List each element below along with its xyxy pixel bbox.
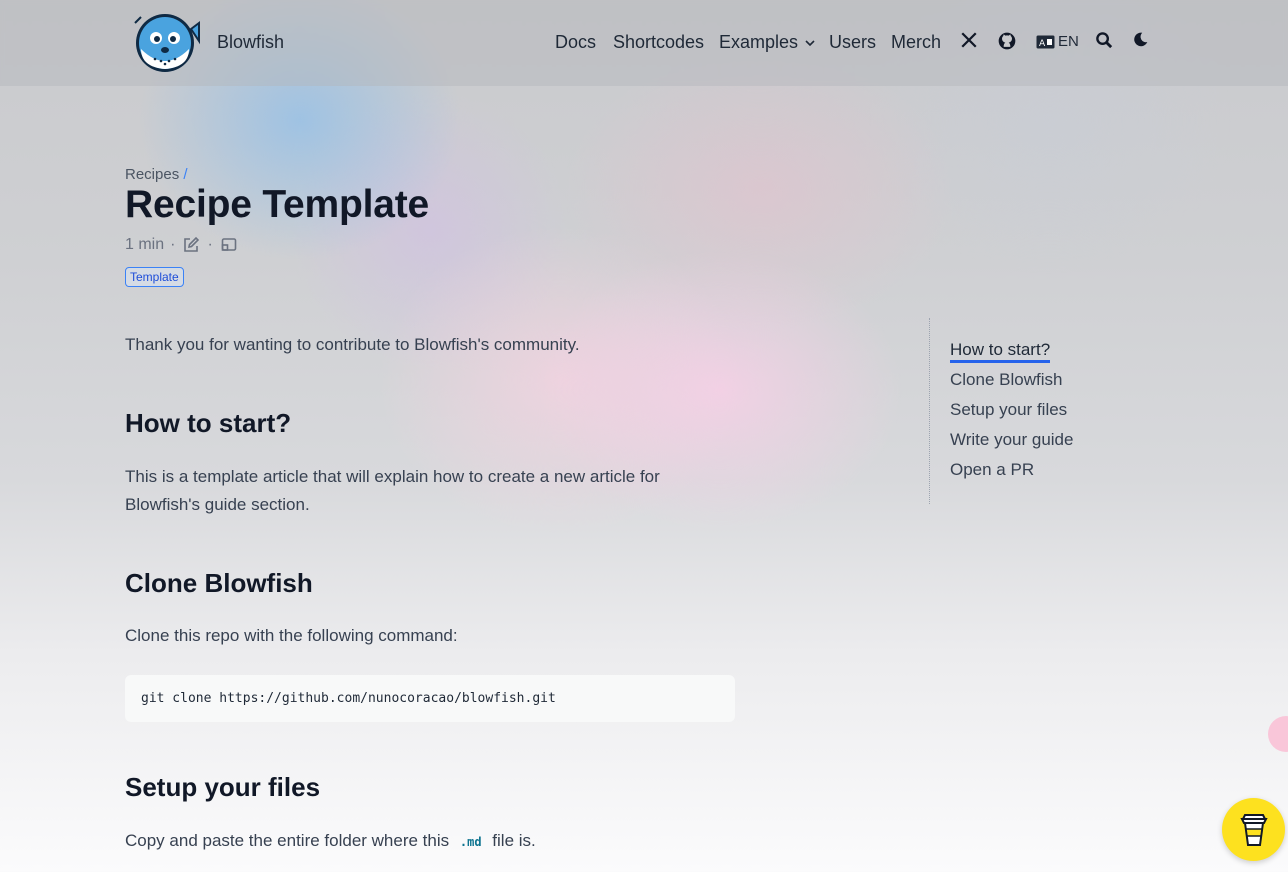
- breadcrumb-recipes[interactable]: Recipes: [125, 166, 179, 183]
- inline-code-md: .md: [459, 835, 482, 849]
- code-block-clone[interactable]: git clone https://github.com/nunocoracao…: [125, 675, 735, 722]
- x-icon[interactable]: [960, 31, 978, 54]
- breadcrumb-separator: /: [183, 166, 188, 183]
- setup-paragraph: Copy and paste the entire folder where t…: [125, 827, 725, 856]
- toc-item-how-to-start[interactable]: How to start?: [950, 335, 1073, 365]
- nav-docs[interactable]: Docs: [555, 32, 596, 53]
- reading-time: 1 min: [125, 236, 165, 253]
- heading-clone-blowfish: Clone Blowfish: [125, 568, 313, 598]
- clone-paragraph: Clone this repo with the following comma…: [125, 626, 458, 645]
- heading-how-to-start: How to start?: [125, 408, 292, 438]
- site-header: Blowfish Docs Shortcodes Examples Users …: [0, 0, 1288, 86]
- page-title: Recipe Template: [125, 183, 430, 226]
- language-label: EN: [1058, 33, 1079, 50]
- setup-text-after: file is.: [492, 831, 536, 850]
- nav-examples-label: Examples: [719, 32, 799, 52]
- side-widget-button[interactable]: [1268, 716, 1288, 752]
- svg-text:A: A: [1039, 39, 1046, 49]
- main-nav: Docs Shortcodes Examples Users Merch A E…: [0, 30, 1288, 56]
- toc-item-write-guide[interactable]: Write your guide: [950, 425, 1073, 455]
- toc-item-clone-blowfish[interactable]: Clone Blowfish: [950, 365, 1073, 395]
- edit-icon[interactable]: [181, 235, 201, 255]
- nav-shortcodes[interactable]: Shortcodes: [613, 32, 704, 53]
- language-switcher[interactable]: A EN: [1036, 33, 1079, 50]
- article-meta: 1 min · ·: [125, 235, 239, 255]
- heading-setup-files: Setup your files: [125, 772, 321, 802]
- coffee-cup-icon: [1239, 813, 1268, 846]
- meta-separator: ·: [207, 236, 213, 253]
- tag-template[interactable]: Template: [125, 267, 184, 287]
- nav-users[interactable]: Users: [829, 32, 876, 53]
- view-source-icon[interactable]: [219, 235, 239, 255]
- intro-paragraph: Thank you for wanting to contribute to B…: [125, 335, 580, 354]
- setup-text-before: Copy and paste the entire folder where t…: [125, 831, 450, 850]
- clone-command: git clone https://github.com/nunocoracao…: [141, 691, 556, 706]
- github-icon[interactable]: [997, 31, 1017, 56]
- start-paragraph: This is a template article that will exp…: [125, 467, 660, 514]
- chevron-down-icon: [805, 40, 815, 47]
- nav-examples[interactable]: Examples: [719, 32, 816, 53]
- meta-separator: ·: [170, 236, 176, 253]
- toc-item-open-pr[interactable]: Open a PR: [950, 455, 1073, 485]
- translate-icon: A: [1036, 35, 1055, 49]
- nav-merch[interactable]: Merch: [891, 32, 941, 53]
- moon-icon[interactable]: [1132, 31, 1149, 53]
- table-of-contents: How to start? Clone Blowfish Setup your …: [929, 318, 1073, 504]
- toc-item-setup-files[interactable]: Setup your files: [950, 395, 1073, 425]
- breadcrumb: Recipes /: [125, 166, 188, 183]
- buy-me-coffee-button[interactable]: [1222, 798, 1285, 861]
- search-icon[interactable]: [1095, 31, 1114, 55]
